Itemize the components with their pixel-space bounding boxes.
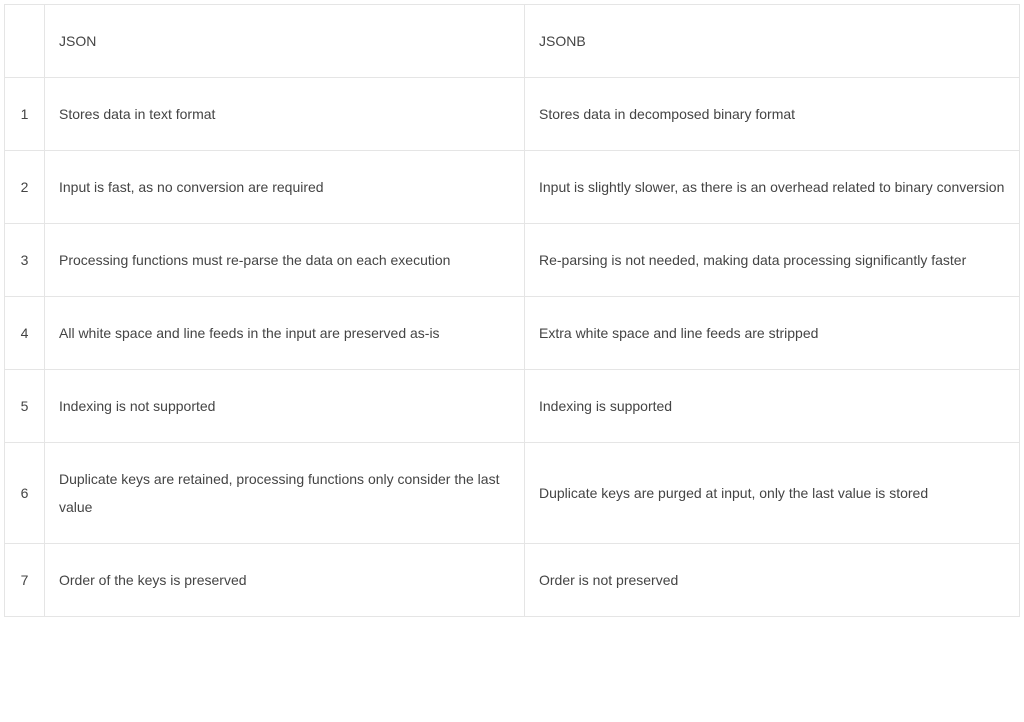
table-row: 6 Duplicate keys are retained, processin…	[5, 443, 1020, 544]
json-cell: All white space and line feeds in the in…	[45, 297, 525, 370]
row-number: 6	[5, 443, 45, 544]
table-row: 3 Processing functions must re-parse the…	[5, 224, 1020, 297]
jsonb-cell: Duplicate keys are purged at input, only…	[525, 443, 1020, 544]
json-cell: Duplicate keys are retained, processing …	[45, 443, 525, 544]
header-json: JSON	[45, 5, 525, 78]
json-cell: Order of the keys is preserved	[45, 544, 525, 617]
table-header-row: JSON JSONB	[5, 5, 1020, 78]
jsonb-cell: Input is slightly slower, as there is an…	[525, 151, 1020, 224]
json-cell: Stores data in text format	[45, 78, 525, 151]
row-number: 7	[5, 544, 45, 617]
row-number: 4	[5, 297, 45, 370]
row-number: 5	[5, 370, 45, 443]
table-body: 1 Stores data in text format Stores data…	[5, 78, 1020, 617]
jsonb-cell: Order is not preserved	[525, 544, 1020, 617]
table-row: 2 Input is fast, as no conversion are re…	[5, 151, 1020, 224]
jsonb-cell: Stores data in decomposed binary format	[525, 78, 1020, 151]
jsonb-cell: Indexing is supported	[525, 370, 1020, 443]
jsonb-cell: Extra white space and line feeds are str…	[525, 297, 1020, 370]
table-row: 7 Order of the keys is preserved Order i…	[5, 544, 1020, 617]
row-number: 2	[5, 151, 45, 224]
comparison-table: JSON JSONB 1 Stores data in text format …	[4, 4, 1020, 617]
jsonb-cell: Re-parsing is not needed, making data pr…	[525, 224, 1020, 297]
row-number: 1	[5, 78, 45, 151]
json-cell: Processing functions must re-parse the d…	[45, 224, 525, 297]
header-number	[5, 5, 45, 78]
json-cell: Input is fast, as no conversion are requ…	[45, 151, 525, 224]
row-number: 3	[5, 224, 45, 297]
table-row: 1 Stores data in text format Stores data…	[5, 78, 1020, 151]
json-cell: Indexing is not supported	[45, 370, 525, 443]
header-jsonb: JSONB	[525, 5, 1020, 78]
table-row: 4 All white space and line feeds in the …	[5, 297, 1020, 370]
table-row: 5 Indexing is not supported Indexing is …	[5, 370, 1020, 443]
